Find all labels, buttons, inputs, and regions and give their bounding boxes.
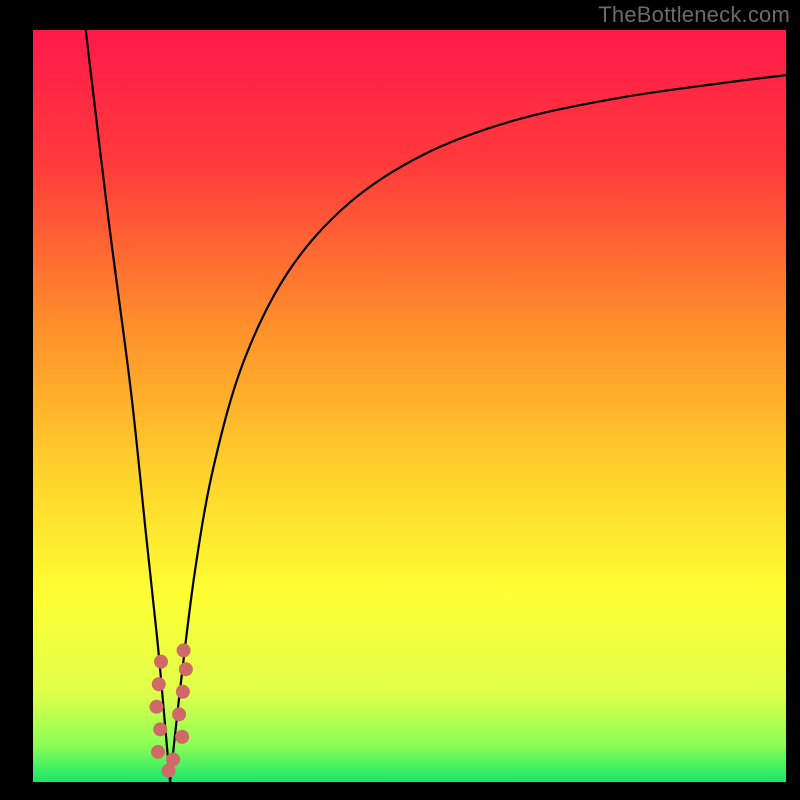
- scatter-point: [154, 655, 168, 669]
- plot-background: [33, 30, 786, 782]
- scatter-point: [166, 752, 180, 766]
- scatter-point: [177, 643, 191, 657]
- scatter-point: [153, 722, 167, 736]
- scatter-point: [151, 745, 165, 759]
- bottleneck-chart: [0, 0, 800, 800]
- scatter-point: [149, 700, 163, 714]
- watermark-text: TheBottleneck.com: [598, 2, 790, 28]
- scatter-point: [175, 730, 189, 744]
- scatter-point: [179, 662, 193, 676]
- chart-frame: TheBottleneck.com: [0, 0, 800, 800]
- scatter-point: [172, 707, 186, 721]
- scatter-point: [152, 677, 166, 691]
- scatter-point: [176, 685, 190, 699]
